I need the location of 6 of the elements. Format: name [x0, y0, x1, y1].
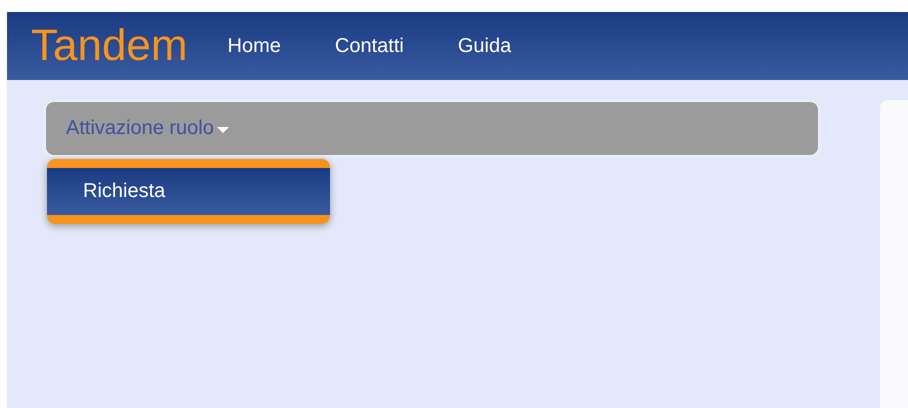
caret-icon [216, 127, 229, 133]
nav-link[interactable]: Guida [458, 34, 512, 58]
nav-link[interactable]: Contatti [334, 34, 404, 58]
nav-link[interactable]: Home [228, 34, 281, 58]
menu-item[interactable]: Richiesta [47, 168, 330, 215]
brand-logo-text: Tandem [31, 24, 188, 68]
